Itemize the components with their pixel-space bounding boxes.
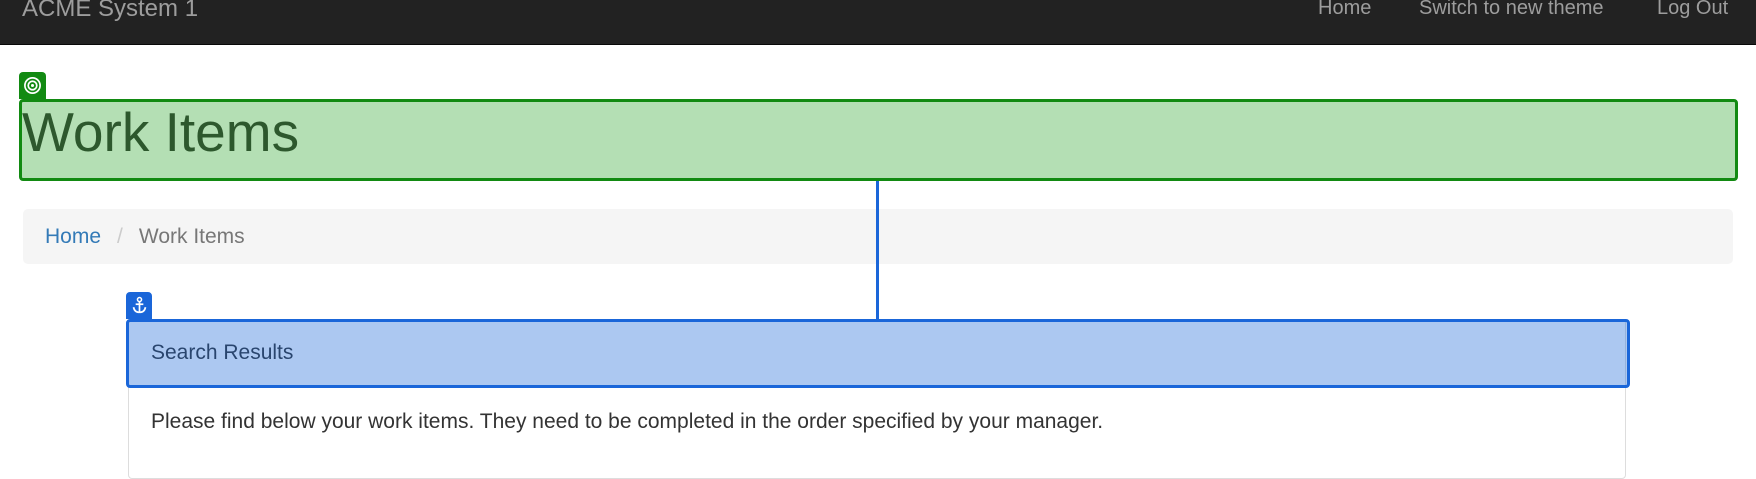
nav-logout-link[interactable]: Log Out [1657,0,1728,19]
nav-home-link[interactable]: Home [1318,0,1371,19]
target-tag [19,72,46,99]
anchor-tag [126,292,152,319]
anchor-icon [132,296,146,314]
target-icon [24,77,41,94]
top-navbar: ACME System 1 Home Switch to new theme L… [0,0,1756,45]
brand-link[interactable]: ACME System 1 [22,0,198,22]
nav-switch-theme-link[interactable]: Switch to new theme [1419,0,1604,19]
breadcrumb-current: Work Items [138,225,245,248]
panel-heading-highlight-overlay [126,319,1630,388]
title-highlight-overlay [19,99,1738,181]
breadcrumb-separator: / [117,225,123,248]
panel-body-text: Please find below your work items. They … [151,410,1104,433]
overlay-connector-line [876,181,879,319]
breadcrumb-home-link[interactable]: Home [45,225,101,248]
